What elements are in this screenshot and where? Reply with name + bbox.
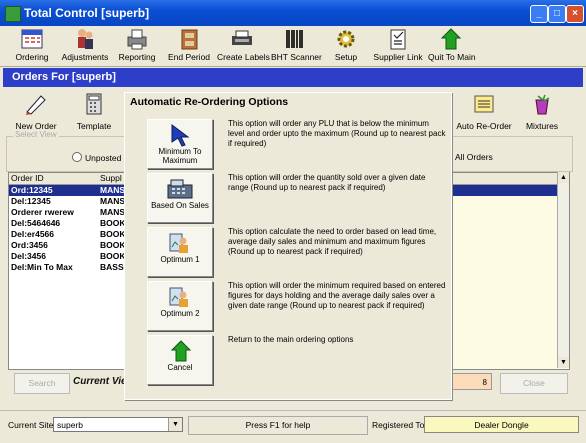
orders-title: Orders For [superb] bbox=[12, 71, 116, 83]
count-field[interactable]: 8 bbox=[452, 373, 492, 390]
selected-row-highlight bbox=[453, 185, 569, 196]
scroll-up-icon[interactable]: ▲ bbox=[558, 172, 569, 183]
current-site-value: superb bbox=[57, 420, 83, 430]
mixtures-button[interactable]: Mixtures bbox=[521, 92, 563, 131]
app-icon bbox=[5, 6, 21, 22]
auto-reorder-button[interactable]: Auto Re-Order bbox=[455, 92, 513, 131]
table-header bbox=[453, 173, 569, 185]
optimum-2-button[interactable]: Optimum 2 bbox=[147, 281, 213, 331]
orders-table[interactable]: Order ID Suppl Ord:12345 MANS Del:12345 MA… bbox=[8, 172, 126, 370]
orders-table-right[interactable] bbox=[452, 172, 570, 370]
people-icon bbox=[78, 29, 93, 49]
minimize-button[interactable]: _ bbox=[530, 5, 548, 23]
document-icon bbox=[474, 95, 494, 113]
toolbar-end-period[interactable]: End Period bbox=[167, 27, 211, 62]
based-on-sales-button[interactable]: Based On Sales bbox=[147, 173, 213, 223]
clipboard-icon bbox=[390, 29, 406, 50]
calculator-icon bbox=[86, 93, 102, 115]
template-button[interactable]: Template bbox=[74, 92, 114, 131]
person-chart-icon bbox=[169, 233, 188, 253]
toolbar-reporting[interactable]: Reporting bbox=[116, 27, 158, 62]
toolbar-ordering[interactable]: Ordering bbox=[10, 27, 54, 62]
toolbar-adjustments[interactable]: Adjustments bbox=[60, 27, 110, 62]
optimum-2-description: This option will order the minimum requi… bbox=[228, 281, 446, 310]
optimum-1-button[interactable]: Optimum 1 bbox=[147, 227, 213, 277]
mixtures-icon bbox=[535, 94, 550, 115]
scroll-down-icon[interactable]: ▼ bbox=[558, 357, 569, 368]
help-hint: Press F1 for help bbox=[188, 416, 368, 435]
toolbar-create-labels[interactable]: Create Labels bbox=[217, 27, 270, 62]
current-site-label: Current Site: bbox=[8, 420, 56, 430]
table-row[interactable]: Ord:3456 BOOK bbox=[9, 240, 126, 251]
toolbar-supplier-link[interactable]: Supplier Link bbox=[373, 27, 423, 62]
maximize-button[interactable]: □ bbox=[548, 5, 566, 23]
table-header: Order ID Suppl bbox=[9, 173, 124, 185]
new-order-button[interactable]: New Order bbox=[14, 92, 58, 131]
window-title: Total Control [superb] bbox=[24, 6, 150, 20]
dialog-title: Automatic Re-Ordering Options bbox=[130, 96, 289, 108]
select-view-caption: Select View bbox=[13, 130, 59, 139]
table-row[interactable]: Del:Min To Max BASS bbox=[9, 262, 124, 273]
close-orders-button[interactable]: Close bbox=[500, 373, 568, 394]
current-view-label: Current Vie bbox=[73, 376, 127, 387]
table-row[interactable]: Ord:12345 MANS bbox=[9, 185, 125, 196]
printer-icon bbox=[127, 29, 147, 50]
table-row[interactable]: Del:5464646 BOOK bbox=[9, 218, 126, 229]
based-on-sales-description: This option will order the quantity sold… bbox=[228, 173, 426, 192]
unposted-radio[interactable]: Unposted O bbox=[72, 152, 130, 163]
green-arrow-icon bbox=[440, 28, 462, 50]
orders-header: Orders For [superb] bbox=[3, 68, 583, 87]
cancel-button[interactable]: Cancel bbox=[147, 335, 213, 385]
minimum-to-maximum-button[interactable]: Minimum To Maximum bbox=[147, 119, 213, 169]
table-row[interactable]: Orderer rwerew MANS bbox=[9, 207, 125, 218]
file-cabinet-icon bbox=[181, 29, 198, 50]
table-row[interactable]: Del:12345 MANS bbox=[9, 196, 125, 207]
current-site-dropdown[interactable]: superb ▼ bbox=[53, 417, 183, 432]
cancel-description: Return to the main ordering options bbox=[228, 335, 354, 344]
optimum-1-description: This option calculate the need to order … bbox=[228, 227, 437, 256]
registered-to-value: Dealer Dongle bbox=[424, 416, 579, 433]
person-chart-icon bbox=[169, 287, 188, 307]
registered-to-label: Registered To: bbox=[372, 420, 427, 430]
table-row[interactable]: Del:3456 BOOK bbox=[9, 251, 126, 262]
arrow-cursor-icon bbox=[171, 124, 190, 147]
title-bar: Total Control [superb] _ □ × bbox=[0, 0, 586, 26]
toolbar-setup[interactable]: Setup bbox=[328, 27, 364, 62]
label-printer-icon bbox=[232, 30, 252, 45]
green-arrow-icon bbox=[170, 340, 192, 362]
cash-register-icon bbox=[167, 179, 193, 199]
pen-icon bbox=[26, 95, 46, 115]
close-button[interactable]: × bbox=[566, 5, 584, 23]
auto-reorder-dialog: Automatic Re-Ordering Options Minimum To… bbox=[124, 92, 452, 400]
minimum-to-maximum-description: This option will order any PLU that is b… bbox=[228, 119, 446, 148]
status-bar: Current Site: superb ▼ Press F1 for help… bbox=[0, 410, 586, 443]
toolbar-bht-scanner[interactable]: BHT Scanner bbox=[271, 27, 322, 62]
search-button[interactable]: Search bbox=[14, 373, 70, 394]
chevron-down-icon[interactable]: ▼ bbox=[168, 418, 182, 431]
table-scrollbar[interactable]: ▲ ▼ bbox=[557, 172, 569, 368]
table-row[interactable]: Del:er4566 BOOK bbox=[9, 229, 126, 240]
all-orders-radio[interactable]: All Orders bbox=[455, 152, 493, 162]
radio-circle bbox=[72, 152, 82, 162]
main-toolbar: Ordering Adjustments Reporting End Perio… bbox=[0, 26, 586, 67]
barcode-icon bbox=[286, 30, 303, 48]
calendar-icon bbox=[21, 29, 43, 49]
gear-icon bbox=[337, 30, 355, 48]
toolbar-quit-to-main[interactable]: Quit To Main bbox=[428, 27, 476, 62]
